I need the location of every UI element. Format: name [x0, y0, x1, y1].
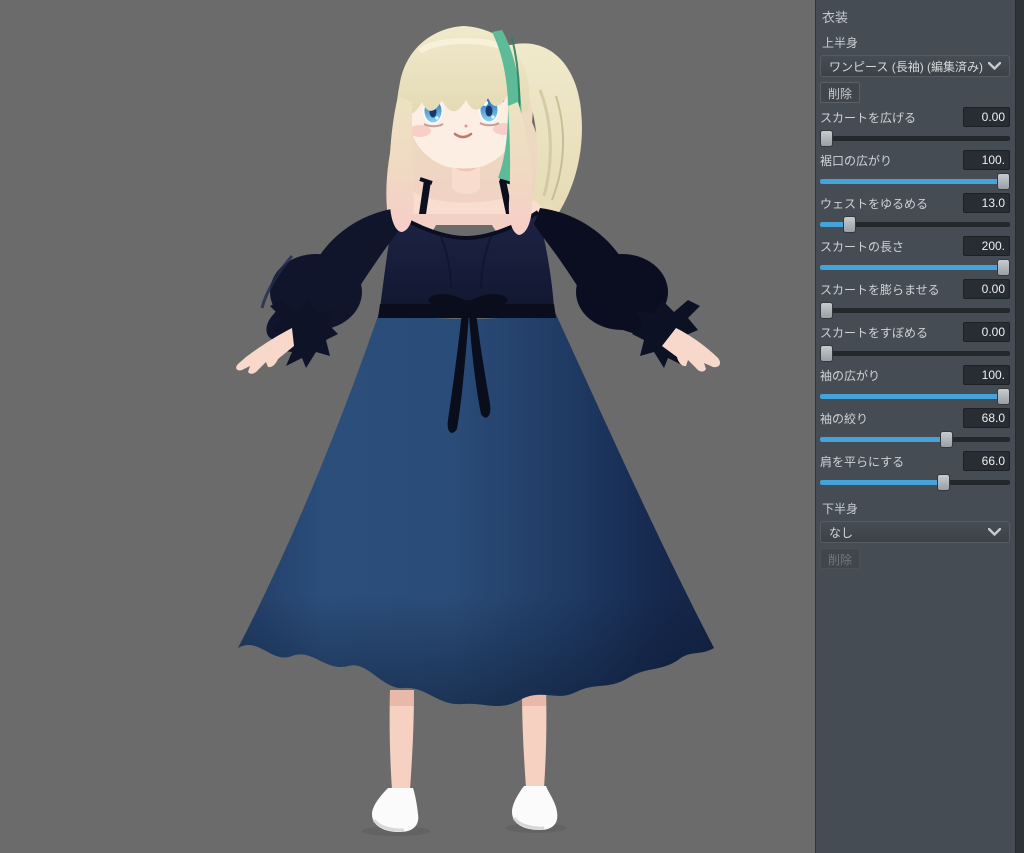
legs — [389, 690, 547, 790]
slider-row: スカートの長さ 200. — [820, 235, 1010, 278]
slider-label: スカートをすぼめる — [820, 325, 929, 340]
slider-label: スカートの長さ — [820, 239, 905, 254]
chevron-down-icon — [988, 62, 1001, 70]
slider-value-box[interactable]: 0.00 — [963, 107, 1010, 127]
slider-row: 肩を平らにする 66.0 — [820, 450, 1010, 493]
shoes — [372, 786, 558, 832]
blush-left — [409, 125, 431, 137]
slider-handle[interactable] — [997, 388, 1010, 405]
viewport-3d[interactable] — [0, 0, 815, 853]
slider-row: 袖の絞り 68.0 — [820, 407, 1010, 450]
slider-handle[interactable] — [820, 130, 833, 147]
slider-row: スカートをすぼめる 0.00 — [820, 321, 1010, 364]
slider-label: ウェストをゆるめる — [820, 196, 929, 211]
slider-value-box[interactable]: 200. — [963, 236, 1010, 256]
side-lock-left — [389, 96, 414, 232]
slider-label: 袖の絞り — [820, 411, 869, 426]
lower-body-label: 下半身 — [822, 502, 859, 516]
slider-row: 裾口の広がり 100. — [820, 149, 1010, 192]
slider-track[interactable] — [820, 308, 1010, 313]
chevron-down-icon — [988, 528, 1001, 536]
slider-handle[interactable] — [997, 173, 1010, 190]
slider-handle[interactable] — [843, 216, 856, 233]
panel-title: 衣装 — [822, 10, 849, 25]
upper-body-dropdown-value: ワンピース (長袖) (編集済み) — [829, 59, 984, 74]
slider-label: 肩を平らにする — [820, 454, 905, 469]
slider-value-box[interactable]: 100. — [963, 365, 1010, 385]
slider-list: スカートを広げる 0.00 裾口の広がり 100. ウェストをゆるめる 13.0 — [820, 106, 1010, 493]
slider-fill — [820, 179, 1003, 184]
lower-body-dropdown-value: なし — [829, 525, 854, 540]
slider-track[interactable] — [820, 136, 1010, 141]
upper-body-delete-button[interactable]: 削除 — [820, 82, 861, 103]
slider-row: スカートを広げる 0.00 — [820, 106, 1010, 149]
slider-value-box[interactable]: 100. — [963, 150, 1010, 170]
lower-body-delete-button[interactable]: 削除 — [820, 548, 861, 569]
slider-fill — [820, 265, 1003, 270]
slider-row: ウェストをゆるめる 13.0 — [820, 192, 1010, 235]
upper-body-label: 上半身 — [822, 36, 859, 50]
slider-row: 袖の広がり 100. — [820, 364, 1010, 407]
slider-handle[interactable] — [936, 474, 950, 491]
slider-value-box[interactable]: 0.00 — [963, 279, 1010, 299]
slider-value-box[interactable]: 13.0 — [963, 193, 1010, 213]
slider-row: スカートを膨らませる 0.00 — [820, 278, 1010, 321]
slider-track[interactable] — [820, 351, 1010, 356]
slider-handle[interactable] — [940, 431, 954, 448]
costume-panel-content: 衣装 上半身 ワンピース (長袖) (編集済み) 削除 スカートを広げる 0.0… — [816, 0, 1015, 853]
slider-handle[interactable] — [820, 345, 833, 362]
slider-label: 裾口の広がり — [820, 153, 893, 168]
costume-panel: 衣装 上半身 ワンピース (長袖) (編集済み) 削除 スカートを広げる 0.0… — [815, 0, 1024, 853]
slider-label: 袖の広がり — [820, 368, 881, 383]
app-window: 衣装 上半身 ワンピース (長袖) (編集済み) 削除 スカートを広げる 0.0… — [0, 0, 1024, 853]
slider-fill — [820, 394, 1003, 399]
slider-fill — [820, 437, 947, 442]
slider-value-box[interactable]: 66.0 — [963, 451, 1010, 471]
slider-value-box[interactable]: 0.00 — [963, 322, 1010, 342]
slider-label: スカートを広げる — [820, 110, 917, 125]
upper-body-dropdown[interactable]: ワンピース (長袖) (編集済み) — [820, 55, 1010, 77]
slider-handle[interactable] — [997, 259, 1010, 276]
lower-body-dropdown[interactable]: なし — [820, 521, 1010, 543]
nose — [464, 124, 468, 128]
slider-handle[interactable] — [820, 302, 833, 319]
slider-label: スカートを膨らませる — [820, 282, 940, 297]
slider-fill — [820, 480, 943, 485]
slider-value-box[interactable]: 68.0 — [963, 408, 1010, 428]
panel-scrollbar[interactable] — [1015, 0, 1024, 853]
character-model — [236, 26, 721, 836]
